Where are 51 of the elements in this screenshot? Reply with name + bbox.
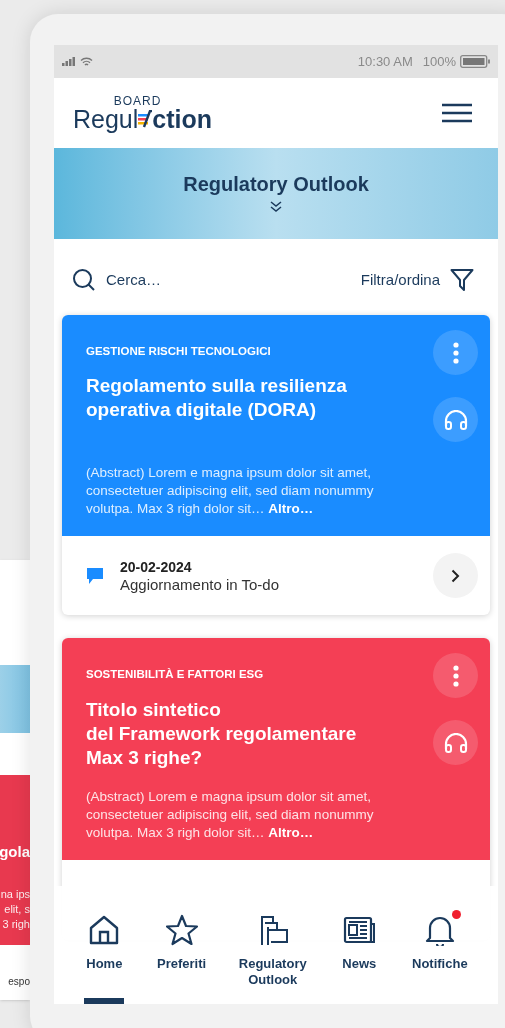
menu-icon (441, 103, 473, 123)
app-logo: BOARD Regul ction (73, 94, 213, 132)
double-chevron-icon (270, 200, 282, 213)
nav-tab[interactable]: Notifiche (412, 912, 468, 1004)
abstract-text: elit, s (4, 902, 30, 916)
notification-icon (423, 914, 456, 946)
battery-icon (460, 55, 490, 68)
update-status: Aggiornamento in To-do (120, 575, 280, 593)
more-options-button[interactable] (433, 330, 478, 375)
headphones-icon (443, 409, 468, 430)
expand-button[interactable] (270, 200, 282, 213)
status-time: 10:30 AM (357, 52, 413, 71)
abstract-text: (Abstract) Lorem e magna ipsum dolor sit amet, consectetuer adipiscing elit, sed diam nonummy volutpa. Max 3 righ dolor sit… Altro… (86, 787, 375, 842)
category-label: GESTIONE RISCHI TECNOLOGICI (86, 344, 272, 359)
more-link[interactable]: Altro… (268, 824, 314, 840)
card-title: Regolamento sulla resilienza operativa digitale (DORA) (86, 374, 348, 423)
logo-mark-icon (138, 110, 153, 128)
listen-button[interactable] (433, 720, 478, 766)
card[interactable] (62, 315, 490, 616)
card-title: Titolo sintetico del Framework regolamentare Max 3 righe? (86, 697, 358, 770)
abstract-text: na ips (0, 887, 30, 901)
filter-button[interactable]: Filtra/ordina (360, 268, 474, 292)
nav-tab[interactable]: Preferiti (157, 912, 207, 1004)
nav-tab[interactable]: News (339, 912, 380, 1004)
filter-icon (450, 268, 474, 292)
listen-button[interactable] (433, 397, 478, 442)
card-title: gola (0, 842, 30, 862)
star-icon (165, 914, 198, 946)
menu-button[interactable] (441, 102, 473, 124)
wifi-icon (80, 56, 93, 67)
comment-icon (86, 566, 104, 585)
battery-percent: 100% (422, 52, 456, 71)
signal-icon (62, 57, 76, 66)
vertical-dots-icon (452, 341, 459, 364)
nav-tab[interactable]: Regulatory Outlook (238, 912, 307, 1004)
newspaper-icon (343, 914, 376, 946)
update-date: 20-02-2024 (120, 558, 193, 576)
sky-photo-placeholder (0, 665, 30, 733)
footer-text: espo (8, 975, 30, 989)
abstract-text: (Abstract) Lorem e magna ipsum dolor sit amet, consectetuer adipiscing elit, sed diam nonummy volutpa. Max 3 righ dolor sit… Altro… (86, 464, 375, 519)
abstract-text: 3 righ (2, 917, 30, 931)
banner-title: Regulatory Outlook (183, 171, 369, 197)
chevron-right-icon (451, 568, 460, 583)
nav-tab[interactable]: Home (84, 912, 125, 1004)
more-options-button[interactable] (433, 653, 478, 699)
search-icon (72, 268, 96, 292)
vertical-dots-icon (452, 664, 459, 687)
headphones-icon (443, 732, 468, 753)
home-icon (88, 914, 121, 946)
category-label: SOSTENIBILITÀ E FATTORI ESG (86, 667, 265, 683)
search-field[interactable]: Cerca… (106, 268, 226, 292)
